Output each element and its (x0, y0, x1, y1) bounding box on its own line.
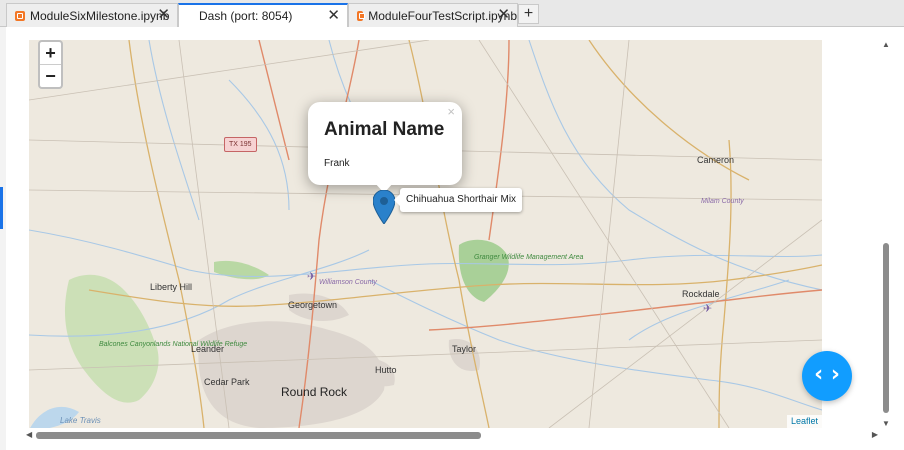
close-icon[interactable]: ✕ (327, 8, 340, 24)
map-label-rockdale: Rockdale (682, 289, 720, 299)
map-label-williamson-county: Williamson County (319, 279, 377, 286)
vertical-scrollbar[interactable]: ▲ ▼ (880, 40, 892, 428)
map-label-balcones: Balcones Canyonlands National Wildlife R… (99, 341, 248, 348)
horizontal-scroll-thumb[interactable] (36, 432, 481, 439)
tab-label: ModuleFourTestScript.ipynb (368, 8, 517, 23)
leaflet-attribution-link[interactable]: Leaflet (786, 415, 822, 428)
tab-dash[interactable]: Dash (port: 8054) ✕ (178, 3, 348, 27)
marker-popup: Animal Name Frank × (308, 102, 462, 185)
map-label-milam-county: Milam County (701, 198, 744, 205)
zoom-in-button[interactable]: + (40, 42, 61, 65)
map-label-taylor: Taylor (452, 344, 477, 354)
highway-shield: TX 195 (224, 137, 257, 152)
map-label-liberty-hill: Liberty Hill (150, 282, 193, 292)
map-label-cameron: Cameron (697, 155, 735, 165)
tab-module-six-milestone[interactable]: ModuleSixMilestone.ipynb ✕ (6, 3, 178, 27)
popup-body: Frank (324, 158, 350, 169)
map-label-leander: Leander (191, 344, 225, 354)
popup-close-button[interactable]: × (447, 104, 455, 119)
new-tab-button[interactable]: + (518, 4, 539, 24)
map-label-hutto: Hutto (375, 365, 397, 375)
marker-tooltip: Chihuahua Shorthair Mix (393, 188, 523, 212)
active-indicator (0, 187, 3, 229)
map-marker-icon[interactable] (373, 190, 395, 224)
map-label-round-rock: Round Rock (281, 385, 348, 399)
scroll-left-icon[interactable]: ◀ (26, 430, 32, 439)
tab-module-four-test-script[interactable]: ModuleFourTestScript.ipynb ✕ (348, 3, 518, 27)
popup-title: Animal Name (324, 119, 445, 140)
map-label-cedar-park: Cedar Park (204, 377, 250, 387)
notebook-icon (357, 10, 366, 21)
zoom-out-button[interactable]: − (40, 65, 61, 87)
scroll-down-icon[interactable]: ▼ (882, 419, 890, 428)
scroll-up-icon[interactable]: ▲ (882, 40, 890, 49)
dash-debug-button[interactable]: ‹ › (802, 351, 852, 401)
close-icon[interactable]: ✕ (497, 7, 510, 23)
left-gutter (0, 27, 6, 450)
map-label-lake-travis: Lake Travis (60, 416, 101, 425)
tab-bar: ModuleSixMilestone.ipynb ✕ Dash (port: 8… (0, 0, 904, 27)
tab-label: ModuleSixMilestone.ipynb (30, 8, 170, 23)
scroll-right-icon[interactable]: ▶ (872, 430, 878, 439)
horizontal-scrollbar[interactable]: ◀ ▶ (26, 430, 878, 442)
tab-label: Dash (port: 8054) (199, 9, 293, 23)
vertical-scroll-thumb[interactable] (883, 243, 889, 413)
svg-text:✈: ✈ (307, 270, 316, 283)
zoom-control: + − (38, 40, 63, 89)
svg-text:✈: ✈ (703, 302, 712, 315)
map[interactable]: ✈ ✈ + − TX 195 Cameron Milam County Will… (29, 40, 822, 428)
notebook-icon (15, 10, 25, 21)
map-label-granger: Granger Wildlife Management Area (474, 254, 584, 261)
map-label-georgetown: Georgetown (288, 300, 338, 310)
close-icon[interactable]: ✕ (157, 7, 170, 23)
map-tiles: ✈ ✈ (29, 40, 822, 428)
